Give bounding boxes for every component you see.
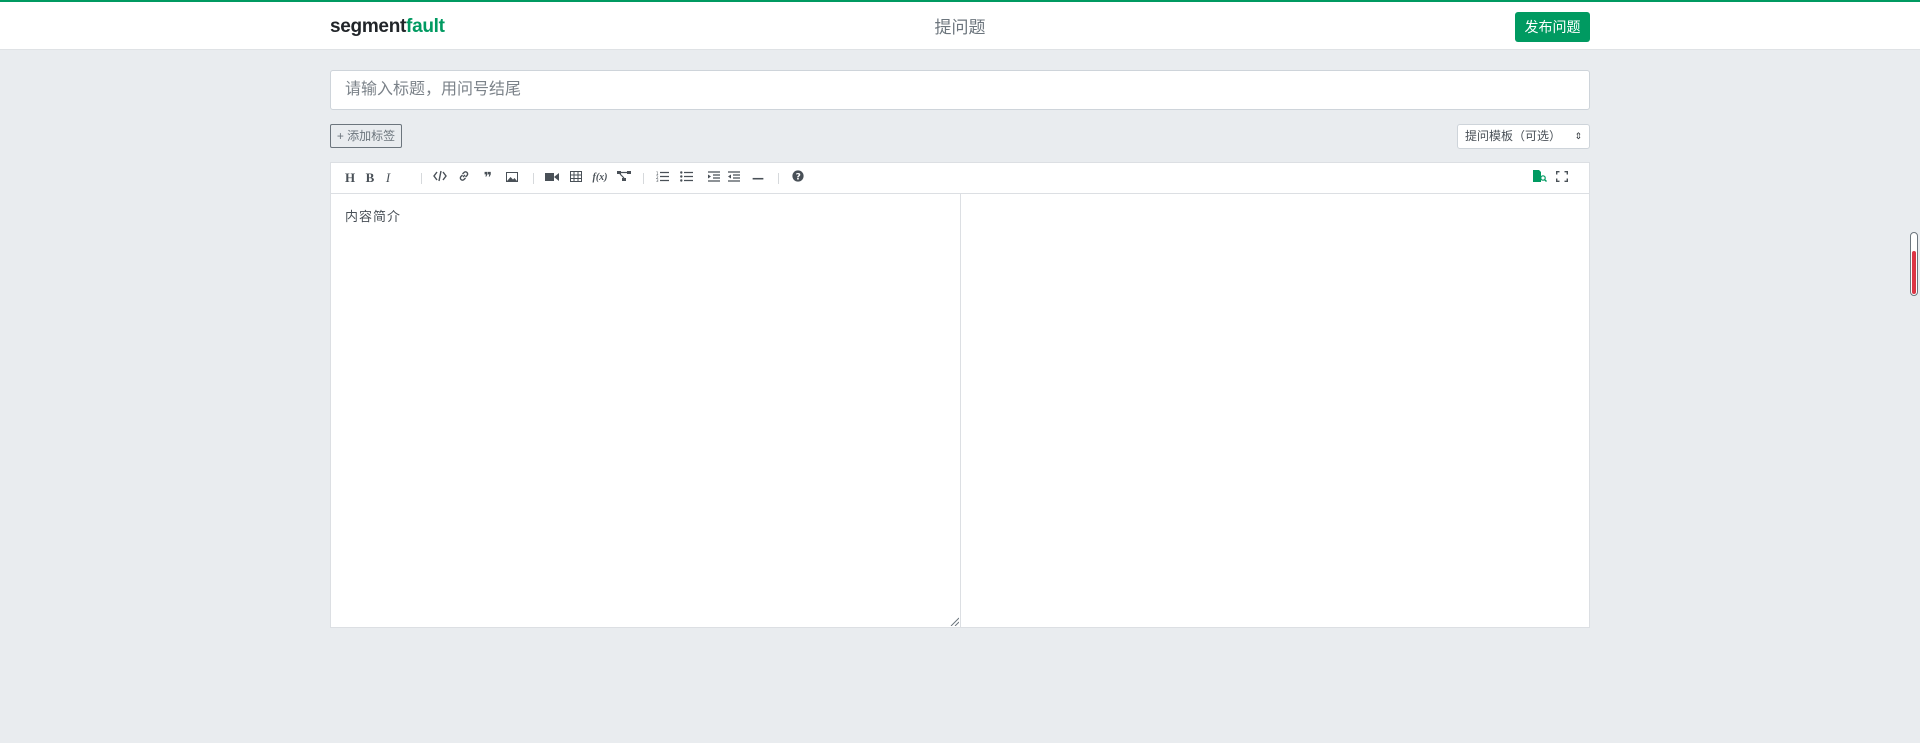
markdown-input-pane: [331, 194, 961, 627]
markdown-preview-pane: [961, 194, 1589, 627]
unordered-list-icon[interactable]: [677, 170, 695, 186]
markdown-editor: H B I ❞ f(x) 123 — ? 内容简介: [330, 162, 1590, 628]
image-icon[interactable]: [503, 170, 521, 186]
scroll-indicator-fill: [1912, 251, 1916, 294]
top-navbar: segmentfault 提问题 发布问题: [0, 0, 1920, 50]
quote-icon[interactable]: ❞: [479, 170, 497, 186]
outdent-icon[interactable]: [725, 170, 743, 186]
heading-icon[interactable]: H: [341, 170, 359, 186]
bold-icon[interactable]: B: [361, 170, 379, 186]
template-select-value: 提问模板（可选）: [1465, 129, 1562, 143]
toolbar-separator: [421, 173, 422, 184]
question-title-input[interactable]: [330, 70, 1590, 110]
code-icon[interactable]: [431, 170, 449, 186]
fullscreen-icon[interactable]: [1553, 170, 1571, 186]
toolbar-separator: [778, 173, 779, 184]
help-icon[interactable]: ?: [789, 170, 807, 186]
formula-icon[interactable]: f(x): [589, 170, 611, 186]
select-caret-icon: ⇕: [1574, 131, 1582, 141]
resize-handle-icon[interactable]: [949, 616, 959, 626]
template-select[interactable]: 提问模板（可选） ⇕: [1457, 124, 1590, 149]
page-title: 提问题: [934, 18, 986, 37]
ordered-list-icon[interactable]: 123: [653, 170, 671, 186]
indent-icon[interactable]: [705, 170, 723, 186]
publish-question-button[interactable]: 发布问题: [1515, 12, 1590, 42]
flowchart-icon[interactable]: [615, 170, 633, 186]
toolbar-separator: [533, 173, 534, 184]
add-tag-button[interactable]: + 添加标签: [330, 124, 402, 148]
svg-text:?: ?: [796, 173, 801, 183]
toolbar-separator: [643, 173, 644, 184]
link-icon[interactable]: [455, 170, 473, 186]
preview-toggle-icon[interactable]: [1531, 170, 1549, 186]
video-icon[interactable]: [543, 170, 561, 186]
editor-toolbar: H B I ❞ f(x) 123 — ?: [331, 163, 1589, 194]
content-textarea[interactable]: [331, 194, 960, 627]
svg-text:3: 3: [656, 178, 659, 182]
horizontal-rule-icon[interactable]: —: [749, 170, 767, 186]
scroll-indicator[interactable]: [1910, 232, 1918, 296]
table-icon[interactable]: [567, 170, 585, 186]
italic-icon[interactable]: I: [379, 170, 397, 186]
